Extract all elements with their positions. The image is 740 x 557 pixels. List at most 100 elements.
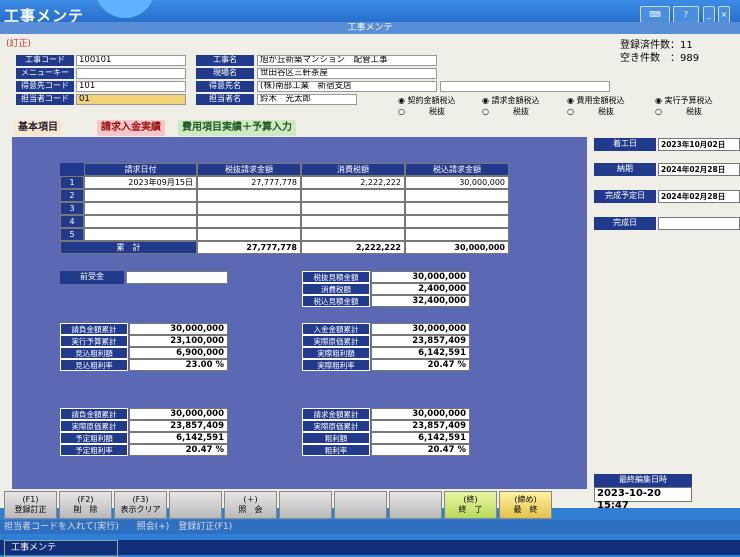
grid-cell[interactable] xyxy=(301,228,405,241)
fkey-button-3[interactable]: (F3) 表示クリア xyxy=(114,491,167,519)
window-title: 工事メンテ xyxy=(0,22,740,34)
radio-label: 実行予算税込 xyxy=(664,96,713,105)
radio-invoice-notax[interactable]: ○ 税抜 xyxy=(482,106,529,117)
grid-row-number: 4 xyxy=(60,215,84,228)
tab-cost-budget[interactable]: 費用項目実績＋予算入力 xyxy=(178,120,296,136)
staff-code-field[interactable]: 01 xyxy=(76,94,186,105)
grid-cell[interactable] xyxy=(301,215,405,228)
date-field[interactable]: 2024年02月28日 xyxy=(658,163,740,176)
summary-d-label: 請求金額累計 xyxy=(302,408,370,420)
radio-contract-tax[interactable]: ◉ 契約金額税込 xyxy=(398,95,456,106)
advance-field[interactable] xyxy=(126,271,228,284)
grid-cell[interactable] xyxy=(405,215,509,228)
summary-d-label: 粗利率 xyxy=(302,444,370,456)
radio-label: 契約金額税込 xyxy=(407,96,456,105)
radio-label: 税抜 xyxy=(512,107,529,116)
fkey-button-6[interactable] xyxy=(279,491,332,519)
menu-key-label: メニューキー xyxy=(16,68,74,79)
taskbar-item[interactable]: 工事メンテ xyxy=(4,540,118,557)
grid-cell[interactable] xyxy=(405,189,509,202)
fkey-button-5[interactable]: (＋) 照 会 xyxy=(224,491,277,519)
help-icon[interactable]: ? xyxy=(673,6,699,23)
project-name-label: 工事名 xyxy=(196,55,254,66)
date-field[interactable] xyxy=(658,217,740,230)
summary-a-value: 6,900,000 xyxy=(129,347,228,359)
radio-budget-notax[interactable]: ○ 税抜 xyxy=(655,106,702,117)
date-field[interactable]: 2024年02月28日 xyxy=(658,190,740,203)
grid-cell[interactable] xyxy=(84,228,197,241)
grid-cell[interactable]: 2023年09月15日 xyxy=(84,176,197,189)
fkey-key: (締め) xyxy=(514,495,537,504)
menu-key-field[interactable] xyxy=(76,68,186,79)
minimize-icon[interactable]: _ xyxy=(703,6,715,23)
summary-c-label: 予定粗利額 xyxy=(60,432,128,444)
grid-cell[interactable]: 2,222,222 xyxy=(301,176,405,189)
fkey-button-8[interactable] xyxy=(389,491,442,519)
fkey-key: (終) xyxy=(463,495,478,504)
project-code-label: 工事コード xyxy=(16,55,74,66)
close-icon[interactable]: × xyxy=(718,6,730,23)
tab-basic[interactable]: 基本項目 xyxy=(14,120,62,136)
grid-total-label: 累 計 xyxy=(60,241,197,254)
grid-cell[interactable]: 27,777,778 xyxy=(197,176,301,189)
grid-cell[interactable] xyxy=(84,202,197,215)
grid-cell[interactable] xyxy=(84,215,197,228)
radio-invoice-tax[interactable]: ◉ 請求金額税込 xyxy=(482,95,540,106)
grid-cell[interactable]: 30,000,000 xyxy=(405,176,509,189)
fkey-button-1[interactable]: (F1) 登録訂正 xyxy=(4,491,57,519)
fkey-button-2[interactable]: (F2) 削 除 xyxy=(59,491,112,519)
summary-d-label: 粗利額 xyxy=(302,432,370,444)
project-code-field[interactable]: 100101 xyxy=(76,55,186,66)
date-field[interactable]: 2023年10月02日 xyxy=(658,138,740,151)
summary-d-value: 23,857,409 xyxy=(371,420,470,432)
summary-a-label: 請負金額累計 xyxy=(60,323,128,335)
summary-a-label: 見込粗利率 xyxy=(60,359,128,371)
grid-cell[interactable] xyxy=(301,202,405,215)
grid-row-number: 5 xyxy=(60,228,84,241)
summary-d-value: 30,000,000 xyxy=(371,408,470,420)
radio-cost-notax[interactable]: ○ 税抜 xyxy=(567,106,614,117)
taskbar: 工事メンテ xyxy=(0,540,740,557)
site-name-field[interactable]: 世田谷区三軒茶屋 xyxy=(257,68,437,79)
date-label: 完成予定日 xyxy=(594,190,656,203)
tab-invoice-payment[interactable]: 請求入金実績 xyxy=(97,120,165,136)
fkey-button-7[interactable] xyxy=(334,491,387,519)
radio-label: 税抜 xyxy=(597,107,614,116)
grid-cell[interactable] xyxy=(197,189,301,202)
grid-row-number: 1 xyxy=(60,176,84,189)
customer-name-field[interactable]: (株)南部工業 新宿支店 xyxy=(257,81,437,92)
keyboard-icon[interactable]: ⌨ xyxy=(640,6,670,23)
customer-name-extra-field[interactable] xyxy=(440,81,610,92)
grid-cell[interactable] xyxy=(405,228,509,241)
fkey-button-4[interactable] xyxy=(169,491,222,519)
radio-budget-tax[interactable]: ◉ 実行予算税込 xyxy=(655,95,713,106)
radio-label: 費用金額税込 xyxy=(576,96,625,105)
fkey-button-10[interactable]: (締め) 最 終 xyxy=(499,491,552,519)
status-bar: 担当者コードを入れて(実行) 照会(+) 登録訂正(F1) xyxy=(0,520,740,534)
customer-code-field[interactable]: 101 xyxy=(76,81,186,92)
grid-cell[interactable] xyxy=(84,189,197,202)
grid-cell[interactable] xyxy=(301,189,405,202)
grid-row-number: 3 xyxy=(60,202,84,215)
summary-a-label: 実行予算累計 xyxy=(60,335,128,347)
project-name-field[interactable]: 旭が丘新築マンション 配管工事 xyxy=(257,55,437,66)
summary-d-value: 6,142,591 xyxy=(371,432,470,444)
date-label: 完成日 xyxy=(594,217,656,230)
fkey-label: 登録訂正 xyxy=(14,505,47,514)
grid-cell[interactable] xyxy=(197,228,301,241)
radio-label: 税抜 xyxy=(428,107,445,116)
grid-cell[interactable] xyxy=(405,202,509,215)
grid-cell[interactable] xyxy=(197,202,301,215)
radio-contract-notax[interactable]: ○ 税抜 xyxy=(398,106,445,117)
site-name-label: 現場名 xyxy=(196,68,254,79)
radio-cost-tax[interactable]: ◉ 費用金額税込 xyxy=(567,95,625,106)
fkey-button-9[interactable]: (終) 終 了 xyxy=(444,491,497,519)
advance-label: 前受金 xyxy=(60,271,124,284)
summary-d-label: 実際原価累計 xyxy=(302,420,370,432)
staff-name-field[interactable]: 鈴木 光太郎 xyxy=(257,94,357,105)
summary-b-value: 20.47 % xyxy=(371,359,470,371)
grid-cell[interactable] xyxy=(197,215,301,228)
last-edit-label: 最終編集日時 xyxy=(594,474,692,487)
last-edit-value: 2023-10-20 15:47 xyxy=(594,487,692,511)
fkey-label: 削 除 xyxy=(73,505,98,514)
